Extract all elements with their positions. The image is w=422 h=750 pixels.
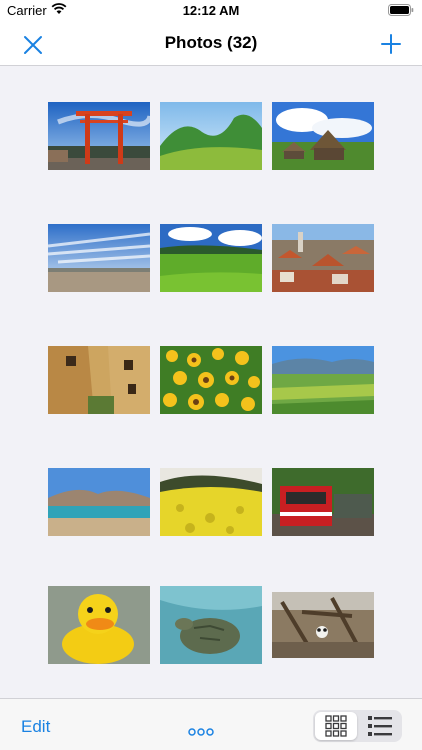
navigation-bar: Photos (32) <box>0 22 422 66</box>
photo-thumbnail-green-hills[interactable] <box>160 102 262 170</box>
photo-thumbnail-beach-clouds[interactable] <box>48 224 150 292</box>
photo-thumbnail-rubber-duck[interactable] <box>48 586 150 664</box>
photo-thumbnail-mountain-lake[interactable] <box>48 468 150 536</box>
photo-thumbnail-valley-fields[interactable] <box>272 346 374 414</box>
photo-thumbnail-rapeseed-field[interactable] <box>160 468 262 536</box>
photo-thumbnail-torii-gate[interactable] <box>48 102 150 170</box>
ellipsis-icon[interactable] <box>188 723 214 741</box>
plus-icon[interactable] <box>378 31 404 62</box>
photo-thumbnail-green-meadow[interactable] <box>160 224 262 292</box>
photo-thumbnail-panda-enclosure[interactable] <box>272 592 374 658</box>
page-title: Photos (32) <box>164 33 258 52</box>
photo-grid <box>0 66 422 698</box>
photo-thumbnail-red-train[interactable] <box>272 468 374 536</box>
edit-button[interactable]: Edit <box>21 717 50 737</box>
status-bar: Carrier 12:12 AM <box>0 0 422 22</box>
battery-icon <box>388 4 414 19</box>
bottom-toolbar: Edit <box>0 698 422 750</box>
photo-thumbnail-sunflowers[interactable] <box>160 346 262 414</box>
photo-thumbnail-ruined-buildings[interactable] <box>48 346 150 414</box>
list-view-button[interactable] <box>358 712 400 740</box>
photo-thumbnail-town-rooftops[interactable] <box>272 224 374 292</box>
photo-thumbnail-thatched-farmhouse[interactable] <box>272 102 374 170</box>
status-time: 12:12 AM <box>182 3 240 18</box>
view-mode-segmented-control <box>313 710 402 742</box>
grid-view-button[interactable] <box>315 712 357 740</box>
photo-thumbnail-sea-turtle[interactable] <box>160 586 262 664</box>
